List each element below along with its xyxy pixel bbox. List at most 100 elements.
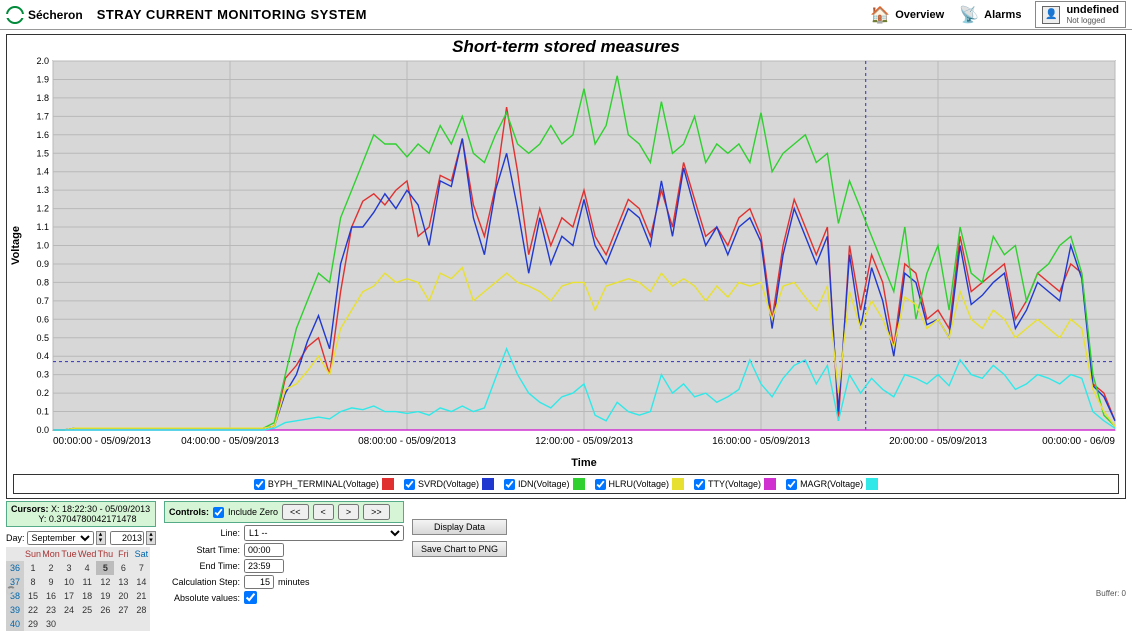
calendar-day[interactable]: 16 — [42, 589, 60, 603]
calendar-day[interactable]: 14 — [132, 575, 150, 589]
step-input[interactable] — [244, 575, 274, 589]
cursor-readout: Cursors: X: 18:22:30 - 05/09/2013 Y: 0.3… — [6, 501, 156, 527]
legend-swatch-icon — [764, 478, 776, 490]
calendar-day[interactable]: 5 — [96, 561, 114, 575]
legend-item[interactable]: MAGR(Voltage) — [783, 477, 881, 491]
start-time-input[interactable] — [244, 543, 284, 557]
svg-text:1.7: 1.7 — [36, 111, 49, 121]
calendar-day[interactable]: 28 — [132, 603, 150, 617]
month-spin[interactable]: ▴▾ — [96, 531, 106, 545]
legend-label: HLRU(Voltage) — [609, 479, 670, 489]
calendar-day[interactable]: 22 — [24, 603, 42, 617]
svg-text:0.9: 0.9 — [36, 259, 49, 269]
calendar-day[interactable]: 1 — [24, 561, 42, 575]
display-data-button[interactable]: Display Data — [412, 519, 507, 535]
svg-text:00:00:00 - 06/09: 00:00:00 - 06/09 — [1042, 436, 1115, 447]
legend-swatch-icon — [382, 478, 394, 490]
chart-panel: Short-term stored measures 0.00.10.20.30… — [6, 34, 1126, 499]
brand-logo-icon — [6, 6, 24, 24]
include-zero-label: Include Zero — [228, 507, 278, 517]
abs-checkbox[interactable] — [244, 591, 257, 604]
user-status: Not logged — [1066, 16, 1119, 25]
calendar-day[interactable]: 11 — [78, 575, 96, 589]
calendar-day[interactable] — [132, 617, 150, 631]
legend-checkbox[interactable] — [694, 479, 705, 490]
calendar-day[interactable]: 13 — [114, 575, 132, 589]
save-png-button[interactable]: Save Chart to PNG — [412, 541, 507, 557]
calendar-day[interactable]: 30 — [42, 617, 60, 631]
line-select[interactable]: L1 -- — [244, 525, 404, 541]
busy-spinner-icon — [6, 586, 16, 596]
legend-item[interactable]: IDN(Voltage) — [501, 477, 588, 491]
svg-text:2.0: 2.0 — [36, 57, 49, 66]
calendar-day[interactable] — [78, 617, 96, 631]
voltage-chart[interactable]: 0.00.10.20.30.40.50.60.70.80.91.01.11.21… — [7, 57, 1125, 472]
month-select[interactable]: September — [27, 531, 94, 545]
calendar-day[interactable]: 26 — [96, 603, 114, 617]
calendar-day[interactable]: 8 — [24, 575, 42, 589]
legend-label: BYPH_TERMINAL(Voltage) — [268, 479, 379, 489]
calendar-day[interactable]: 15 — [24, 589, 42, 603]
calendar-day[interactable]: 2 — [42, 561, 60, 575]
nav-overview[interactable]: 🏠 Overview — [869, 4, 944, 26]
calendar-day[interactable]: 17 — [60, 589, 78, 603]
calendar-day[interactable]: 23 — [42, 603, 60, 617]
calendar-day[interactable]: 25 — [78, 603, 96, 617]
cursor-x-text: X: 18:22:30 - 05/09/2013 — [51, 504, 150, 514]
svg-text:0.4: 0.4 — [36, 351, 49, 361]
calendar-grid[interactable]: SunMonTueWedThuFriSat3612345673789101112… — [6, 547, 150, 631]
user-name: undefined — [1066, 4, 1119, 16]
chart-legend: BYPH_TERMINAL(Voltage) SVRD(Voltage) IDN(V… — [13, 474, 1119, 494]
day-label: Day: — [6, 533, 25, 543]
end-time-input[interactable] — [244, 559, 284, 573]
legend-checkbox[interactable] — [595, 479, 606, 490]
calendar-day[interactable]: 12 — [96, 575, 114, 589]
svg-text:0.7: 0.7 — [36, 296, 49, 306]
calendar-day[interactable]: 24 — [60, 603, 78, 617]
cursors-label: Cursors: — [11, 504, 49, 514]
calendar-day[interactable]: 18 — [78, 589, 96, 603]
cursor-y-text: Y: 0.3704780042171478 — [38, 514, 136, 524]
calendar-day[interactable]: 6 — [114, 561, 132, 575]
calendar-day[interactable]: 21 — [132, 589, 150, 603]
svg-text:1.6: 1.6 — [36, 130, 49, 140]
btn-next[interactable]: > — [338, 504, 359, 520]
legend-checkbox[interactable] — [786, 479, 797, 490]
legend-item[interactable]: SVRD(Voltage) — [401, 477, 497, 491]
nav-overview-label: Overview — [895, 9, 944, 21]
include-zero-checkbox[interactable] — [213, 507, 224, 518]
calendar-day[interactable]: 20 — [114, 589, 132, 603]
calendar-day[interactable]: 10 — [60, 575, 78, 589]
year-spin[interactable]: ▴▾ — [146, 531, 156, 545]
calendar-day[interactable] — [60, 617, 78, 631]
chart-title: Short-term stored measures — [7, 35, 1125, 57]
calendar-day[interactable]: 27 — [114, 603, 132, 617]
legend-checkbox[interactable] — [404, 479, 415, 490]
calendar-day[interactable]: 19 — [96, 589, 114, 603]
svg-text:0.0: 0.0 — [36, 425, 49, 435]
btn-first[interactable]: << — [282, 504, 309, 520]
calendar-day[interactable]: 29 — [24, 617, 42, 631]
legend-item[interactable]: BYPH_TERMINAL(Voltage) — [251, 477, 397, 491]
legend-item[interactable]: HLRU(Voltage) — [592, 477, 688, 491]
btn-last[interactable]: >> — [363, 504, 390, 520]
legend-checkbox[interactable] — [254, 479, 265, 490]
user-icon: 👤 — [1042, 6, 1060, 24]
calendar: Day: September ▴▾ ▴▾ SunMonTueWedThuFriS… — [6, 531, 156, 631]
btn-prev[interactable]: < — [313, 504, 334, 520]
legend-checkbox[interactable] — [504, 479, 515, 490]
calendar-day[interactable] — [114, 617, 132, 631]
year-input[interactable] — [110, 531, 144, 545]
app-title: STRAY CURRENT MONITORING SYSTEM — [97, 7, 367, 22]
calendar-day[interactable]: 9 — [42, 575, 60, 589]
nav-alarms[interactable]: 📡 Alarms — [958, 4, 1021, 26]
svg-text:00:00:00 - 05/09/2013: 00:00:00 - 05/09/2013 — [53, 436, 151, 447]
calendar-day[interactable] — [96, 617, 114, 631]
user-box[interactable]: 👤 undefined Not logged — [1035, 1, 1126, 28]
calendar-day[interactable]: 4 — [78, 561, 96, 575]
svg-text:0.3: 0.3 — [36, 370, 49, 380]
svg-text:1.4: 1.4 — [36, 167, 49, 177]
calendar-day[interactable]: 7 — [132, 561, 150, 575]
calendar-day[interactable]: 3 — [60, 561, 78, 575]
legend-item[interactable]: TTY(Voltage) — [691, 477, 779, 491]
